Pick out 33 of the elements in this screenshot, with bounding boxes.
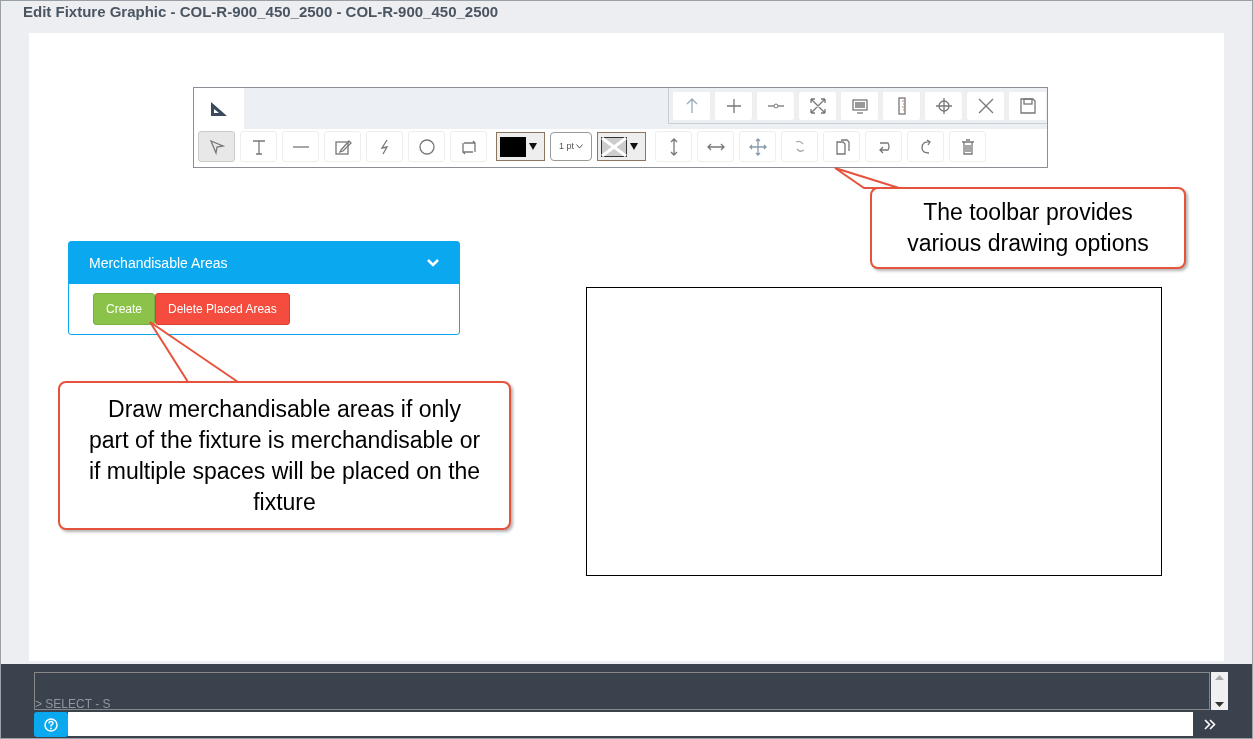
monitor-icon (850, 97, 869, 115)
command-input[interactable] (68, 712, 1193, 736)
cursor-icon (207, 137, 226, 156)
circle-icon (417, 137, 436, 156)
create-button[interactable]: Create (93, 293, 156, 325)
panel-header[interactable]: Merchandisable Areas (69, 242, 459, 284)
panel-title: Merchandisable Areas (89, 253, 228, 273)
no-fill-swatch-icon (601, 136, 627, 157)
line-width-select[interactable]: 1 pt (550, 132, 592, 161)
crosshair-icon (934, 97, 953, 115)
close-icon (976, 97, 995, 115)
console-output-text: > SELECT - S (35, 697, 111, 711)
window-title: Edit Fixture Graphic - COL-R-900_450_2500 - COL-R-900_450_2500 (23, 2, 499, 22)
scroll-up-icon[interactable] (1215, 675, 1224, 680)
save-icon (1018, 97, 1037, 115)
line-icon (291, 145, 310, 148)
chevron-icon (576, 144, 583, 149)
callout: The toolbar provides various drawing options (870, 187, 1186, 269)
help-button[interactable] (34, 712, 68, 737)
double-chevron-icon (1203, 718, 1217, 730)
help-icon (44, 717, 58, 732)
caret-icon (630, 143, 638, 150)
delete-areas-button[interactable]: Delete Placed Areas (155, 293, 290, 325)
scroll-down-icon[interactable] (1215, 702, 1224, 707)
move-icon (748, 137, 767, 156)
caret-icon (529, 143, 537, 150)
expand-icon (808, 97, 827, 115)
stroke-color-picker[interactable] (496, 132, 545, 161)
plus-icon (724, 97, 743, 115)
drawing-tab[interactable] (194, 88, 244, 129)
scrollbar[interactable] (1211, 672, 1228, 710)
color-swatch (500, 136, 526, 157)
fill-picker[interactable] (597, 132, 646, 161)
